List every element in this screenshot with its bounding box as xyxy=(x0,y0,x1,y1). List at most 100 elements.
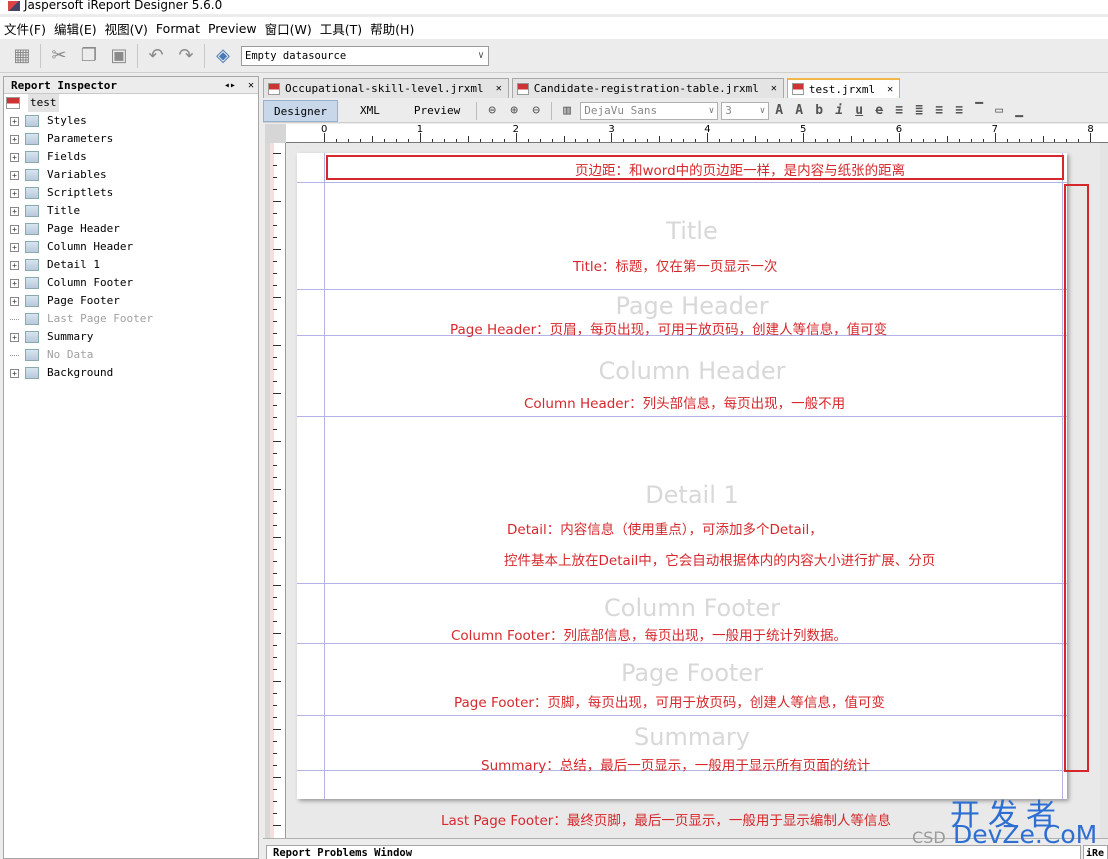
note-detail-2: 控件基本上放在Detail中，它会自动根据体内的内容大小进行扩展、分页 xyxy=(504,553,936,569)
site-watermark: 开发者 DevZe.CoM xyxy=(950,790,1100,852)
element-icon[interactable]: ▥ xyxy=(558,102,576,120)
tree-item[interactable]: + Variables xyxy=(4,166,258,184)
query-icon[interactable]: ◈ xyxy=(211,44,235,68)
editor-tab[interactable]: test.jrxml ✕ xyxy=(786,78,901,98)
menu-edit[interactable]: 编辑(E) xyxy=(54,19,97,38)
tab-designer[interactable]: Designer xyxy=(263,99,338,122)
tree-item[interactable]: + Parameters xyxy=(4,130,258,148)
ruler-tick xyxy=(273,561,277,562)
align-middle-icon[interactable]: ▭ xyxy=(989,102,1009,120)
close-icon[interactable]: ✕ xyxy=(887,84,893,95)
expand-icon[interactable]: + xyxy=(10,188,19,198)
font-size-select[interactable]: 3 ∨ xyxy=(721,101,770,120)
align-center-icon[interactable]: ≡ xyxy=(929,102,949,120)
ruler-tick xyxy=(273,609,277,610)
font-grow-icon[interactable]: A xyxy=(769,102,789,120)
zoom-out-icon[interactable]: ⊖ xyxy=(527,102,545,120)
expand-icon[interactable]: + xyxy=(10,116,19,126)
expand-icon[interactable]: + xyxy=(10,278,19,288)
ruler-number: 4 xyxy=(704,124,711,135)
paste-icon[interactable]: ▣ xyxy=(107,44,131,68)
tree-item[interactable]: + Page Footer xyxy=(4,292,258,310)
editor-tab[interactable]: Candidate-registration-table.jrxml ✕ xyxy=(511,78,784,98)
ruler-tick xyxy=(1054,139,1056,142)
tree-item[interactable]: + Scriptlets xyxy=(4,184,258,202)
menu-format[interactable]: Format xyxy=(156,21,200,36)
zoom-fit-icon[interactable]: ⊜ xyxy=(483,102,501,120)
redo-icon[interactable]: ↷ xyxy=(174,44,198,68)
align-top-icon[interactable]: ▔ xyxy=(969,102,989,120)
tree-item[interactable]: + Fields xyxy=(4,148,258,166)
strikethrough-icon[interactable]: e xyxy=(869,102,889,120)
menu-view[interactable]: 视图(V) xyxy=(105,19,148,38)
save-all-icon[interactable]: ▦ xyxy=(10,44,34,68)
ruler-tick xyxy=(273,177,277,178)
tab-xml[interactable]: XML xyxy=(338,100,402,122)
tree-item[interactable]: + Summary xyxy=(4,328,258,346)
menu-preview[interactable]: Preview xyxy=(208,21,257,36)
inspector-header: Report Inspector ◂▸ ✕ xyxy=(4,77,258,94)
expand-icon[interactable]: + xyxy=(10,260,19,270)
tree-item[interactable]: + Page Header xyxy=(4,220,258,238)
expand-icon[interactable]: + xyxy=(10,152,19,162)
align-left-icon[interactable]: ≡ xyxy=(889,102,909,120)
editor-tab[interactable]: Occupational-skill-level.jrxml ✕ xyxy=(263,78,509,98)
tab-label: test.jrxml xyxy=(808,82,876,96)
ruler-tick xyxy=(910,139,912,142)
expand-icon[interactable]: + xyxy=(10,224,19,234)
tree-item[interactable]: + Title xyxy=(4,202,258,220)
menu-help[interactable]: 帮助(H) xyxy=(370,19,414,38)
align-right-icon[interactable]: ≡ xyxy=(949,102,969,120)
tree-item[interactable]: + Detail 1 xyxy=(4,256,258,274)
cut-icon[interactable]: ✂ xyxy=(47,44,71,68)
panel-controls[interactable]: ◂▸ ✕ xyxy=(224,77,254,94)
tree-item-label: No Data xyxy=(47,348,94,361)
tree-item[interactable]: + Styles xyxy=(4,112,258,130)
note-summary: Summary：总结，最后一页显示，一般用于显示所有页面的统计 xyxy=(481,758,871,774)
tree-item[interactable]: + Column Header xyxy=(4,238,258,256)
tree-item-label: Title xyxy=(47,204,81,217)
designer-toolbar: Designer XML Preview ⊜ ⊕ ⊖ ▥ DejaVu Sans… xyxy=(263,99,1108,123)
vertical-scrollbar[interactable] xyxy=(1100,143,1108,838)
copy-icon[interactable]: ❐ xyxy=(77,44,101,68)
underline-icon[interactable]: u xyxy=(849,102,869,120)
expand-icon[interactable]: + xyxy=(10,170,19,180)
expand-icon[interactable]: + xyxy=(10,296,19,306)
tab-preview[interactable]: Preview xyxy=(402,100,472,122)
ruler-tick xyxy=(371,136,373,142)
zoom-in-icon[interactable]: ⊕ xyxy=(505,102,523,120)
font-family-select[interactable]: DejaVu Sans ∨ xyxy=(580,101,719,120)
italic-icon[interactable]: i xyxy=(829,102,849,120)
align-justify-icon[interactable]: ≣ xyxy=(909,102,929,120)
band-icon xyxy=(25,295,39,307)
tree-item[interactable]: + Column Footer xyxy=(4,274,258,292)
tree-item-label: Page Header xyxy=(47,222,120,235)
expand-icon[interactable]: + xyxy=(10,368,19,378)
ruler-tick xyxy=(982,139,984,142)
close-icon[interactable]: ✕ xyxy=(771,83,777,94)
ruler-tick xyxy=(695,139,697,142)
tree-root[interactable]: test xyxy=(4,94,258,112)
expand-icon[interactable]: + xyxy=(10,242,19,252)
ruler-tick xyxy=(273,573,277,574)
ruler-tick xyxy=(1066,139,1068,142)
bold-icon[interactable]: b xyxy=(809,102,829,120)
report-inspector-panel: Report Inspector ◂▸ ✕ test + Styles + Param… xyxy=(3,76,259,859)
expand-icon[interactable]: + xyxy=(10,332,19,342)
menu-file[interactable]: 文件(F) xyxy=(4,19,46,38)
close-icon[interactable]: ✕ xyxy=(496,83,502,94)
ruler-tick xyxy=(273,237,277,238)
font-shrink-icon[interactable]: A xyxy=(789,102,809,120)
ruler-tick xyxy=(599,139,601,142)
menu-tools[interactable]: 工具(T) xyxy=(320,19,362,38)
undo-icon[interactable]: ↶ xyxy=(144,44,168,68)
menu-window[interactable]: 窗口(W) xyxy=(265,19,312,38)
expand-icon[interactable]: + xyxy=(10,206,19,216)
tree-item[interactable]: No Data xyxy=(4,346,258,364)
datasource-select[interactable]: Empty datasource ∨ xyxy=(241,45,489,66)
tree-item[interactable]: Last Page Footer xyxy=(4,310,258,328)
ruler-tick xyxy=(273,681,281,682)
tree-item[interactable]: + Background xyxy=(4,364,258,382)
expand-icon[interactable]: + xyxy=(10,134,19,144)
align-bottom-icon[interactable]: ▁ xyxy=(1009,102,1029,120)
